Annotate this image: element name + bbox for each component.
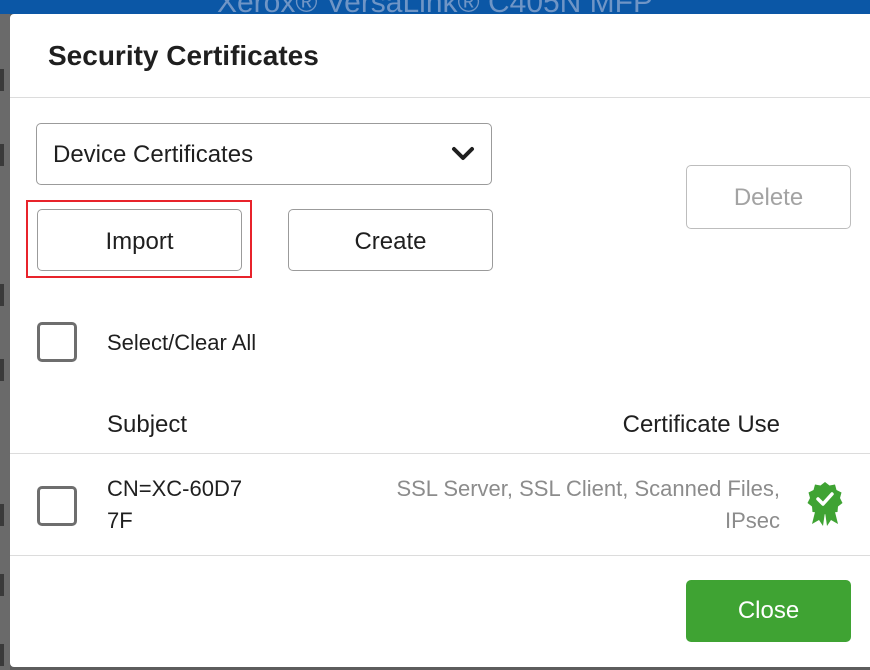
row-subject-line: 7F: [107, 508, 133, 533]
table-header: Subject Certificate Use: [10, 394, 870, 454]
security-certificates-dialog: Security Certificates Device Certificate…: [10, 14, 870, 667]
select-all-checkbox[interactable]: [37, 322, 77, 362]
row-checkbox[interactable]: [37, 486, 77, 526]
create-button-label: Create: [354, 228, 427, 255]
background-window-title: Xerox® VersaLink® C405N MFP: [0, 0, 870, 14]
close-button-label: Close: [737, 597, 800, 624]
table-row[interactable]: CN=XC-60D7 7F SSL Server, SSL Client, Sc…: [10, 454, 870, 556]
chevron-down-icon: [452, 147, 474, 160]
column-header-subject: Subject: [107, 411, 188, 438]
row-subject: CN=XC-60D7 7F: [107, 473, 297, 537]
row-subject-line: CN=XC-60D7: [107, 476, 243, 501]
select-all-label: Select/Clear All: [107, 330, 257, 355]
dialog-header: Security Certificates: [10, 14, 870, 98]
row-use-line: IPsec: [724, 508, 780, 533]
dialog-title: Security Certificates: [48, 40, 319, 71]
delete-button[interactable]: Delete: [686, 165, 851, 229]
row-certificate-use: SSL Server, SSL Client, Scanned Files, I…: [310, 473, 780, 537]
column-header-certificate-use: Certificate Use: [622, 411, 780, 438]
close-button[interactable]: Close: [686, 580, 851, 642]
delete-button-label: Delete: [733, 184, 804, 211]
row-use-line: SSL Server, SSL Client, Scanned Files,: [396, 476, 780, 501]
background-page-edge: [0, 14, 10, 670]
certificate-type-select[interactable]: Device Certificates: [36, 123, 492, 185]
verified-badge-icon: [807, 482, 843, 526]
import-button[interactable]: Import: [37, 209, 242, 271]
import-button-label: Import: [105, 228, 174, 255]
background-header: Xerox® VersaLink® C405N MFP: [0, 0, 870, 14]
certificate-type-value: Device Certificates: [53, 141, 254, 168]
create-button[interactable]: Create: [288, 209, 493, 271]
